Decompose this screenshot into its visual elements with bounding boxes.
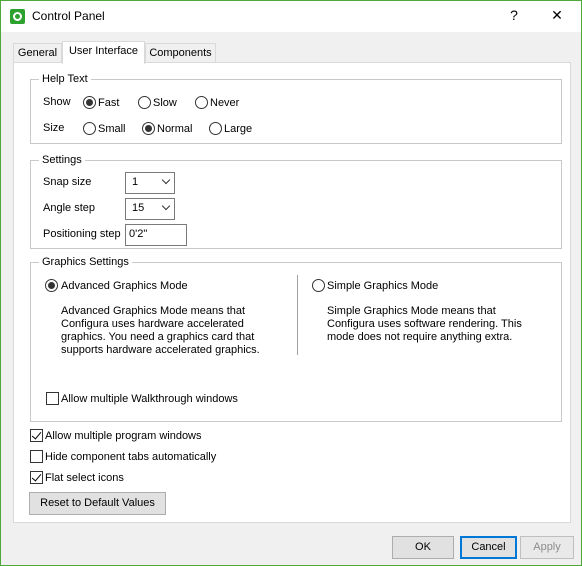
positioning-step-value: 0'2" <box>129 228 148 240</box>
angle-step-label: Angle step <box>43 202 95 214</box>
show-fast-label[interactable]: Fast <box>98 97 119 110</box>
positioning-step-label: Positioning step <box>43 228 121 240</box>
angle-step-select[interactable]: 15 <box>125 198 175 220</box>
hide-component-tabs-checkbox[interactable] <box>30 450 43 463</box>
help-show-label: Show <box>43 96 71 108</box>
walkthrough-label[interactable]: Allow multiple Walkthrough windows <box>61 393 238 406</box>
chevron-down-icon <box>161 175 171 185</box>
walkthrough-checkbox[interactable] <box>46 392 59 405</box>
size-normal-radio[interactable] <box>142 122 155 135</box>
chevron-down-icon <box>161 201 171 211</box>
graphics-settings-group-title: Graphics Settings <box>39 256 132 269</box>
title-bar: Control Panel ? ✕ <box>1 1 581 32</box>
multiple-program-windows-label[interactable]: Allow multiple program windows <box>45 430 202 443</box>
multiple-program-windows-checkbox[interactable] <box>30 429 43 442</box>
simple-graphics-label[interactable]: Simple Graphics Mode <box>327 280 438 293</box>
show-slow-radio[interactable] <box>138 96 151 109</box>
flat-select-icons-checkbox[interactable] <box>30 471 43 484</box>
cancel-button[interactable]: Cancel <box>460 536 517 559</box>
size-large-label[interactable]: Large <box>224 123 252 136</box>
snap-size-select[interactable]: 1 <box>125 172 175 194</box>
show-never-radio[interactable] <box>195 96 208 109</box>
help-size-label: Size <box>43 122 65 134</box>
tab-user-interface[interactable]: User Interface <box>62 41 145 64</box>
ok-button[interactable]: OK <box>392 536 454 559</box>
apply-button[interactable]: Apply <box>520 536 574 559</box>
help-text-group-title: Help Text <box>39 73 91 86</box>
control-panel-window: Control Panel ? ✕ General User Interface… <box>0 0 582 566</box>
tab-components[interactable]: Components <box>145 43 216 64</box>
close-icon[interactable]: ✕ <box>549 7 565 25</box>
tab-general[interactable]: General <box>13 43 62 64</box>
show-slow-label[interactable]: Slow <box>153 97 177 110</box>
size-small-radio[interactable] <box>83 122 96 135</box>
simple-graphics-description: Simple Graphics Mode means that Configur… <box>327 305 522 343</box>
simple-graphics-radio[interactable] <box>312 279 325 292</box>
size-small-label[interactable]: Small <box>98 123 126 136</box>
show-fast-radio[interactable] <box>83 96 96 109</box>
size-large-radio[interactable] <box>209 122 222 135</box>
advanced-graphics-label[interactable]: Advanced Graphics Mode <box>61 280 188 293</box>
advanced-graphics-radio[interactable] <box>45 279 58 292</box>
positioning-step-input[interactable]: 0'2" <box>125 224 187 246</box>
tab-panel-user-interface: Help Text Show Fast Slow Never Size Smal… <box>13 62 571 523</box>
size-normal-label[interactable]: Normal <box>157 123 192 136</box>
reset-defaults-button[interactable]: Reset to Default Values <box>29 492 166 515</box>
settings-group-title: Settings <box>39 154 85 167</box>
app-icon <box>10 9 25 24</box>
window-title: Control Panel <box>32 9 105 23</box>
help-icon[interactable]: ? <box>506 7 522 25</box>
hide-component-tabs-label[interactable]: Hide component tabs automatically <box>45 451 216 464</box>
snap-size-value: 1 <box>132 176 139 188</box>
angle-step-value: 15 <box>132 202 145 214</box>
show-never-label[interactable]: Never <box>210 97 239 110</box>
advanced-graphics-description: Advanced Graphics Mode means that Config… <box>61 305 260 356</box>
snap-size-label: Snap size <box>43 176 92 188</box>
flat-select-icons-label[interactable]: Flat select icons <box>45 472 124 485</box>
graphics-mode-divider <box>297 275 298 355</box>
